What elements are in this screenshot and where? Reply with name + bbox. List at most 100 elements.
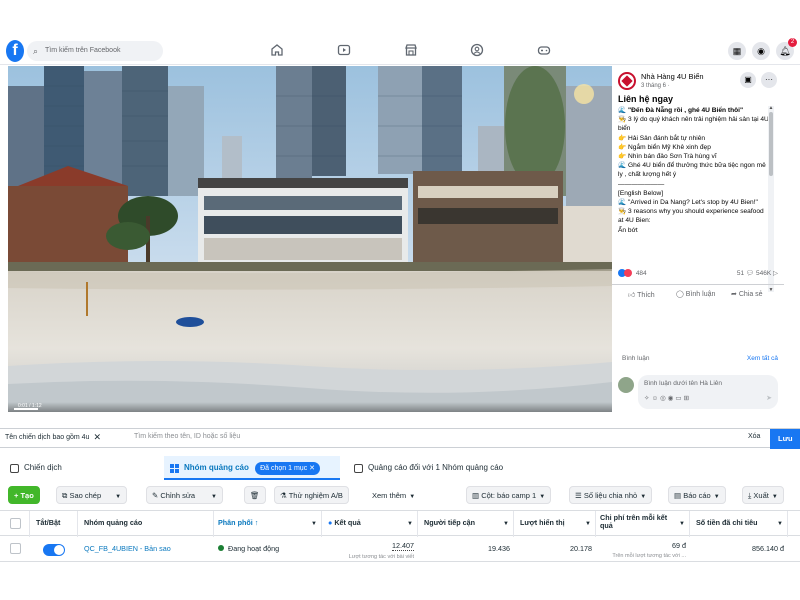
user-avatar: [618, 377, 634, 393]
facebook-logo[interactable]: f: [6, 40, 24, 62]
filter-chip-label: Tên chiến dịch bao gồm 4u: [5, 434, 90, 441]
post-scrollbar[interactable]: ▲ ▼: [768, 105, 774, 293]
reaction-count[interactable]: 484: [636, 270, 647, 277]
post-line: 👉 Ngắm biển Mỹ Khê xinh đẹp: [618, 143, 711, 151]
selection-badge[interactable]: Đã chọn 1 mục ✕: [255, 462, 321, 475]
scrollbar-thumb[interactable]: [769, 112, 773, 176]
tab-campaigns-label: Chiến dịch: [24, 463, 62, 472]
post-line: 👨‍🍳 3 reasons why you should experience …: [618, 208, 764, 225]
comments-label: Bình luận: [622, 355, 650, 362]
search-icon: ⌕: [33, 46, 39, 56]
comment-input[interactable]: Bình luận dưới tên Hà Liên ✧☺◎◉▭⊞ ➤: [638, 375, 778, 409]
delete-button[interactable]: 🗑︎: [244, 486, 266, 504]
comment-button[interactable]: ◯ Bình luận: [676, 290, 715, 298]
create-button[interactable]: + Tạo: [8, 486, 40, 504]
adset-name-link[interactable]: QC_FB_4UBIEN - Bản sao: [84, 544, 171, 553]
edit-button[interactable]: ✎ Chỉnh sửa ▼: [146, 486, 223, 504]
watch-icon[interactable]: [337, 43, 353, 59]
download-icon: ⤓: [748, 491, 752, 500]
columns-button[interactable]: ▥ Cột: báo camp 1 ▼: [466, 486, 552, 504]
scroll-up-icon[interactable]: ▲: [768, 105, 774, 111]
tab-adsets[interactable]: Nhóm quảng cáo Đã chọn 1 mục ✕: [164, 456, 340, 480]
info-icon: ●: [328, 518, 333, 527]
chevron-down-icon[interactable]: ▼: [211, 494, 217, 500]
clear-button[interactable]: Xóa: [748, 433, 760, 440]
menu-grid-icon[interactable]: ▦: [728, 42, 746, 60]
share-icon: ➦: [731, 291, 737, 298]
marketplace-icon[interactable]: [404, 43, 420, 59]
breakdown-button[interactable]: ☰ Số liệu chia nhỏ ▼: [569, 486, 653, 504]
cost-value: 69 đ: [672, 541, 686, 550]
tab-ads[interactable]: Quảng cáo đối với 1 Nhóm quảng cáo: [348, 456, 532, 480]
apply-button[interactable]: Lưu: [770, 429, 800, 449]
reactions-bar: 484 51 💬︎ 546K ▷: [618, 269, 778, 277]
header-reach[interactable]: Người tiếp cận ▼: [418, 511, 514, 537]
chevron-down-icon[interactable]: ▼: [115, 494, 121, 500]
columns-label: Cột: báo camp 1: [481, 491, 537, 500]
filter-search-input[interactable]: Tìm kiếm theo tên, ID hoặc số liệu: [134, 433, 240, 440]
results-cell: 12.407 Lượt tương tác với bài viết: [322, 536, 414, 562]
header-delivery[interactable]: Phân phối ↑ ▼: [214, 511, 322, 537]
like-button[interactable]: 👍︎ Thích: [628, 290, 655, 299]
status-dot: [218, 545, 224, 551]
header-amount-spent[interactable]: Số tiền đã chi tiêu ▼: [690, 511, 788, 537]
share-button[interactable]: ➦ Chia sẻ: [731, 290, 763, 298]
header-toggle[interactable]: Tắt/Bật: [30, 511, 78, 537]
page-avatar[interactable]: [618, 72, 636, 90]
more-options-icon[interactable]: ···: [761, 72, 777, 88]
comment-tools[interactable]: ✧☺◎◉▭⊞: [644, 394, 691, 402]
chevron-down-icon: ▼: [585, 521, 591, 527]
header-name[interactable]: Nhóm quảng cáo: [78, 511, 214, 537]
post-date[interactable]: 3 tháng 6 ·: [641, 83, 670, 89]
breakdown-icon: ☰: [575, 491, 582, 500]
video-controls[interactable]: [8, 402, 612, 412]
messenger-icon[interactable]: ◉: [752, 42, 770, 60]
see-all-comments-link[interactable]: Xem tất cả: [747, 355, 778, 362]
notifications-icon[interactable]: 🔔︎ 2: [776, 38, 797, 60]
tab-campaigns[interactable]: Chiến dịch: [4, 456, 160, 480]
filter-chip[interactable]: Tên chiến dịch bao gồm 4u ✕: [5, 432, 101, 443]
row-checkbox[interactable]: [10, 543, 21, 554]
header-results[interactable]: ● Kết quả ▼: [322, 511, 418, 537]
post-line: [English Below]: [618, 189, 664, 197]
ab-test-button[interactable]: ⚗ Thử nghiệm A/B: [274, 486, 349, 504]
comment-placeholder: Bình luận dưới tên Hà Liên: [644, 380, 722, 387]
select-all-checkbox[interactable]: [10, 518, 21, 529]
page-name[interactable]: Nhà Hàng 4U Biển: [641, 72, 704, 81]
header-impressions-label: Lượt hiển thị: [520, 518, 565, 527]
save-post-icon[interactable]: ▣: [740, 72, 756, 88]
results-value[interactable]: 12.407: [392, 541, 414, 551]
header-impressions[interactable]: Lượt hiển thị ▼: [514, 511, 596, 537]
groups-icon[interactable]: [470, 43, 486, 59]
send-icon[interactable]: ➤: [766, 394, 772, 402]
chevron-down-icon: ▼: [771, 494, 778, 500]
post-panel: Nhà Hàng 4U Biển 3 tháng 6 · ▣ ··· Liên …: [612, 66, 784, 412]
comment-count[interactable]: 51: [737, 270, 744, 277]
video-player[interactable]: 0:01 / 1:12: [8, 66, 612, 412]
more-button[interactable]: Xem thêm ▼: [366, 486, 422, 504]
export-button[interactable]: ⤓ Xuất ▼: [742, 486, 784, 504]
header-results-label: Kết quả: [334, 518, 361, 527]
table-row[interactable]: QC_FB_4UBIEN - Bản sao Đang hoạt động 12…: [0, 536, 800, 562]
duplicate-icon: ⧉: [62, 491, 68, 500]
header-delivery-label: Phân phối: [218, 518, 253, 527]
row-select-cell: [0, 536, 30, 562]
collapse-link[interactable]: Ẩn bớt: [618, 226, 770, 235]
home-icon[interactable]: [270, 43, 286, 59]
header-cost-per-result[interactable]: Chi phí trên mỗi kết quả ▼: [596, 511, 690, 537]
duplicate-button[interactable]: ⧉ Sao chép ▼: [56, 486, 128, 504]
reports-button[interactable]: ▤ Báo cáo ▼: [668, 486, 726, 504]
close-icon[interactable]: ✕: [93, 432, 101, 442]
chevron-down-icon: ▼: [311, 521, 317, 527]
share-label: Chia sẻ: [738, 291, 763, 298]
adset-toggle[interactable]: [43, 544, 65, 556]
facebook-search-input[interactable]: ⌕ Tìm kiếm trên Facebook: [27, 41, 163, 61]
gaming-icon[interactable]: [537, 43, 553, 59]
chevron-down-icon: ▼: [777, 521, 783, 527]
table-header: Tắt/Bật Nhóm quảng cáo Phân phối ↑ ▼ ● Kế…: [0, 510, 800, 537]
chevron-down-icon: ▼: [679, 521, 685, 527]
columns-icon: ▥: [472, 491, 480, 500]
post-actions: 👍︎ Thích ◯ Bình luận ➦ Chia sẻ: [612, 284, 784, 304]
more-label: Xem thêm: [372, 491, 407, 500]
post-headline: Liên hệ ngay: [618, 94, 674, 104]
